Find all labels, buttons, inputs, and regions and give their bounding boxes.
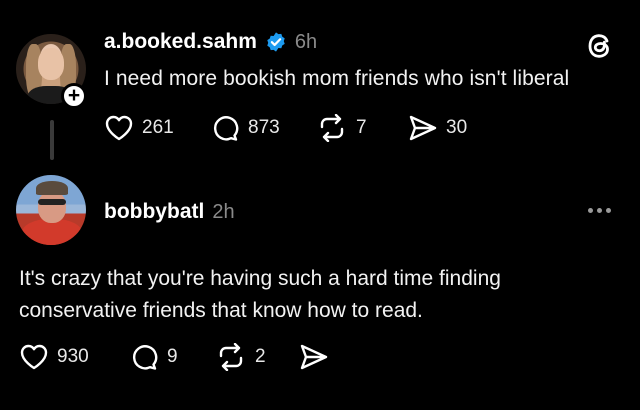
threads-logo-icon[interactable]	[585, 30, 615, 62]
more-dots-icon[interactable]	[588, 208, 611, 213]
post-header: a.booked.sahm 6h	[104, 30, 317, 54]
reply-button[interactable]: 873	[210, 114, 280, 142]
reply-reply-button[interactable]: 9	[129, 343, 178, 371]
reply-count: 873	[248, 117, 280, 138]
reply-like-count: 930	[57, 346, 89, 367]
reply-username[interactable]: bobbybatl	[104, 200, 204, 224]
post-time: 6h	[294, 30, 318, 53]
repost-count: 7	[356, 117, 367, 138]
send-icon	[300, 344, 328, 370]
follow-plus-icon[interactable]: +	[61, 83, 87, 109]
reply-reply-count: 9	[167, 346, 178, 367]
reply-author-avatar[interactable]	[16, 175, 86, 245]
comment-bubble-icon	[132, 345, 158, 370]
reply-share-button[interactable]	[299, 343, 329, 371]
reply-time: 2h	[212, 200, 235, 223]
post-body-text: I need more bookish mom friends who isn'…	[104, 67, 570, 90]
share-count: 30	[446, 117, 468, 138]
reply-text-line-1: It's crazy that you're having such a har…	[19, 267, 501, 290]
reply-like-button[interactable]: 930	[19, 343, 89, 371]
reply-header: bobbybatl 2h	[104, 200, 235, 224]
reply-body: It's crazy that you're having such a har…	[19, 263, 501, 327]
like-button[interactable]: 261	[104, 114, 174, 142]
reply-repost-button[interactable]: 2	[215, 343, 266, 371]
repost-arrows-icon	[219, 343, 243, 371]
repost-arrows-icon	[320, 114, 344, 142]
send-icon	[409, 115, 437, 141]
heart-icon	[105, 115, 133, 141]
author-username[interactable]: a.booked.sahm	[104, 30, 257, 54]
heart-icon	[20, 344, 48, 370]
thread-connector-line	[50, 120, 54, 160]
comment-bubble-icon	[213, 116, 239, 141]
reply-text-line-2: conservative friends that know how to re…	[19, 299, 423, 322]
repost-button[interactable]: 7	[316, 114, 367, 142]
verified-badge-icon	[267, 32, 285, 52]
like-count: 261	[142, 117, 174, 138]
share-button[interactable]: 30	[408, 114, 467, 142]
reply-repost-count: 2	[255, 346, 266, 367]
